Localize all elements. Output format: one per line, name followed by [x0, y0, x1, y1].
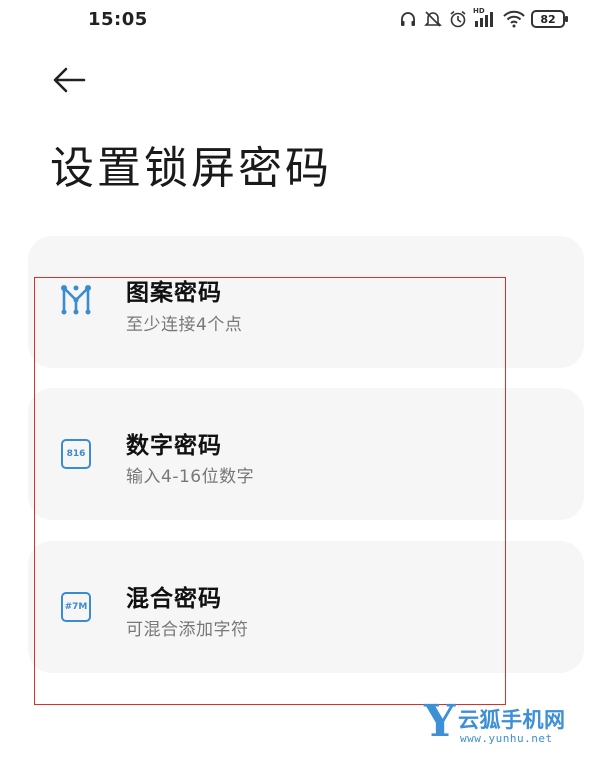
option-pattern-password[interactable]: 图案密码 至少连接4个点	[28, 236, 584, 368]
hd-signal-icon: HD	[473, 7, 497, 28]
page-title: 设置锁屏密码	[50, 143, 332, 194]
option-title: 数字密码	[126, 433, 222, 459]
option-subtitle: 可混合添加字符	[126, 620, 249, 640]
watermark-logo: Y	[424, 696, 456, 747]
battery-icon: 82	[531, 10, 568, 28]
option-numeric-password[interactable]: 816 数字密码 输入4-16位数字	[28, 388, 584, 520]
wifi-icon	[503, 10, 525, 28]
option-subtitle: 输入4-16位数字	[126, 467, 255, 487]
option-title: 图案密码	[126, 280, 222, 306]
back-button[interactable]	[50, 62, 90, 98]
watermark-url: www.yunhu.net	[460, 732, 553, 745]
mute-icon	[423, 10, 443, 28]
numeric-icon-label: 816	[61, 439, 91, 469]
numeric-icon: 816	[58, 436, 94, 472]
mixed-icon: #7M	[58, 589, 94, 625]
status-icons: HD 82	[399, 7, 568, 30]
option-title: 混合密码	[126, 586, 222, 612]
watermark: Y 云狐手机网 www.yunhu.net	[424, 700, 594, 750]
status-time: 15:05	[88, 9, 148, 30]
headphones-icon	[399, 10, 417, 28]
watermark-name: 云狐手机网	[458, 708, 566, 732]
battery-level: 82	[540, 12, 556, 26]
option-subtitle: 至少连接4个点	[126, 315, 243, 335]
mixed-icon-label: #7M	[61, 592, 91, 622]
back-arrow-icon	[53, 67, 86, 93]
pattern-icon	[58, 282, 94, 318]
status-bar: 15:05 HD 82	[0, 0, 599, 40]
alarm-icon	[449, 10, 467, 28]
option-mixed-password[interactable]: #7M 混合密码 可混合添加字符	[28, 541, 584, 673]
